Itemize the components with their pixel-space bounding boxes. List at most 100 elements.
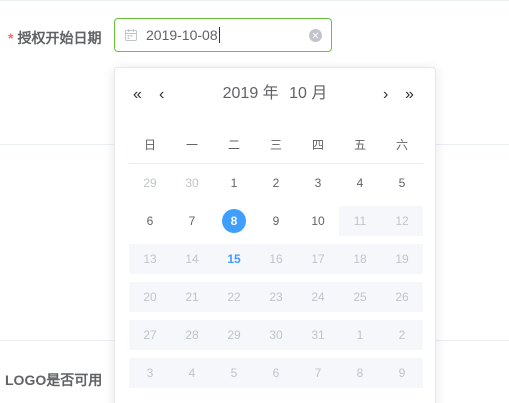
date-cell-label: 29 xyxy=(227,328,241,342)
date-cell: 29 xyxy=(129,164,171,202)
selected-date-cell[interactable]: 8 xyxy=(213,202,255,240)
date-cell: 24 xyxy=(297,278,339,316)
date-cell-label: 4 xyxy=(356,176,364,190)
date-cell: 7 xyxy=(297,354,339,392)
date-cell-label: 12 xyxy=(395,214,409,228)
logo-available-label: LOGO是否可用 xyxy=(5,370,102,390)
date-cell: 8 xyxy=(339,354,381,392)
date-cell[interactable]: 5 xyxy=(381,164,423,202)
week-row: 3 4 5 6 7 8 9 xyxy=(129,354,423,392)
date-cell[interactable]: 10 xyxy=(297,202,339,240)
date-cell-label: 6 xyxy=(146,214,154,228)
date-cell-label: 23 xyxy=(269,290,283,304)
date-cell: 25 xyxy=(339,278,381,316)
next-month-button[interactable]: › xyxy=(383,86,388,104)
date-cell: 3 xyxy=(129,354,171,392)
auth-start-date-label-text: 授权开始日期 xyxy=(17,30,102,46)
date-cell-label: 3 xyxy=(314,176,322,190)
divider xyxy=(0,0,509,1)
date-cell: 2 xyxy=(381,316,423,354)
form-page: * 授权开始日期 2019-10-08 LOGO是否可用 « ‹ 2019 年 1… xyxy=(0,0,509,403)
date-cell-label: 25 xyxy=(353,290,367,304)
date-cell-label: 1 xyxy=(356,328,364,342)
date-cell-label: 22 xyxy=(227,290,241,304)
date-cell-label: 10 xyxy=(311,214,325,228)
date-cell[interactable]: 7 xyxy=(171,202,213,240)
date-cell-label: 20 xyxy=(143,290,157,304)
weekday-header: 五 xyxy=(353,138,366,152)
picker-month-label[interactable]: 10 月 xyxy=(289,85,327,102)
date-cell: 30 xyxy=(171,164,213,202)
date-cell: 13 xyxy=(129,240,171,278)
date-cell-label: 9 xyxy=(272,214,280,228)
date-cell: 18 xyxy=(339,240,381,278)
date-cell-label: 13 xyxy=(143,252,157,266)
date-cell: 19 xyxy=(381,240,423,278)
date-table-body: 29 30 1 2 3 4 5 6 7 8 9 10 11 12 13 14 15 16 17 18 19 20 21 22 2… xyxy=(129,164,423,392)
date-cell: 9 xyxy=(381,354,423,392)
date-cell-label: 2 xyxy=(398,328,406,342)
date-input-value: 2019-10-08 xyxy=(146,27,220,43)
date-cell-label: 28 xyxy=(185,328,199,342)
date-cell-label: 11 xyxy=(353,214,367,228)
date-cell-label: 4 xyxy=(188,366,196,380)
required-mark: * xyxy=(8,30,14,46)
picker-year-label[interactable]: 2019 年 xyxy=(223,85,279,102)
date-cell[interactable]: 2 xyxy=(255,164,297,202)
date-cell-label: 5 xyxy=(230,366,238,380)
today-date-cell: 15 xyxy=(213,240,255,278)
date-cell: 31 xyxy=(297,316,339,354)
date-cell-label: 31 xyxy=(311,328,325,342)
date-cell-label: 8 xyxy=(356,366,364,380)
date-cell[interactable]: 9 xyxy=(255,202,297,240)
date-cell: 20 xyxy=(129,278,171,316)
auth-start-date-input[interactable]: 2019-10-08 xyxy=(114,18,332,52)
auth-start-date-label: * 授权开始日期 xyxy=(8,28,101,48)
date-cell-label: 18 xyxy=(353,252,367,266)
weekday-header: 一 xyxy=(185,138,198,152)
date-cell: 21 xyxy=(171,278,213,316)
text-caret xyxy=(218,27,220,43)
date-value-text: 2019-10-08 xyxy=(146,27,218,43)
date-cell-label: 5 xyxy=(398,176,406,190)
date-cell-label: 26 xyxy=(395,290,409,304)
date-cell-label: 17 xyxy=(311,252,325,266)
date-cell[interactable]: 3 xyxy=(297,164,339,202)
date-cell-label: 30 xyxy=(185,176,199,190)
weekday-header: 六 xyxy=(395,138,408,152)
date-cell: 17 xyxy=(297,240,339,278)
date-cell-label: 19 xyxy=(395,252,409,266)
weekday-header: 三 xyxy=(269,138,282,152)
calendar-icon xyxy=(125,29,137,41)
week-row: 20 21 22 23 24 25 26 xyxy=(129,278,423,316)
clear-icon[interactable] xyxy=(309,29,322,42)
date-picker-panel: « ‹ 2019 年 10 月 › » 日一二三四五六 29 30 1 2 3 4 5 6 7 8… xyxy=(114,67,436,403)
week-row: 6 7 8 9 10 11 12 xyxy=(129,202,423,240)
date-cell[interactable]: 6 xyxy=(129,202,171,240)
date-cell-label: 15 xyxy=(227,252,241,266)
weekday-header: 日 xyxy=(143,138,156,152)
date-cell[interactable]: 4 xyxy=(339,164,381,202)
date-cell-label: 2 xyxy=(272,176,280,190)
date-cell: 28 xyxy=(171,316,213,354)
date-cell: 5 xyxy=(213,354,255,392)
date-cell: 14 xyxy=(171,240,213,278)
weekday-header: 四 xyxy=(311,138,324,152)
date-cell-label: 21 xyxy=(185,290,199,304)
date-cell-label: 27 xyxy=(143,328,157,342)
date-cell-label: 14 xyxy=(185,252,199,266)
date-cell-label: 16 xyxy=(269,252,283,266)
date-cell: 23 xyxy=(255,278,297,316)
next-year-button[interactable]: » xyxy=(405,86,414,104)
week-row: 29 30 1 2 3 4 5 xyxy=(129,164,423,202)
week-row: 27 28 29 30 31 1 2 xyxy=(129,316,423,354)
weekday-header: 二 xyxy=(227,138,240,152)
date-cell: 12 xyxy=(381,202,423,240)
date-cell: 6 xyxy=(255,354,297,392)
date-cell[interactable]: 1 xyxy=(213,164,255,202)
logo-available-label-text: LOGO是否可用 xyxy=(5,372,103,388)
date-cell: 11 xyxy=(339,202,381,240)
weekday-header-row: 日一二三四五六 xyxy=(129,126,423,164)
week-row: 13 14 15 16 17 18 19 xyxy=(129,240,423,278)
date-cell: 26 xyxy=(381,278,423,316)
